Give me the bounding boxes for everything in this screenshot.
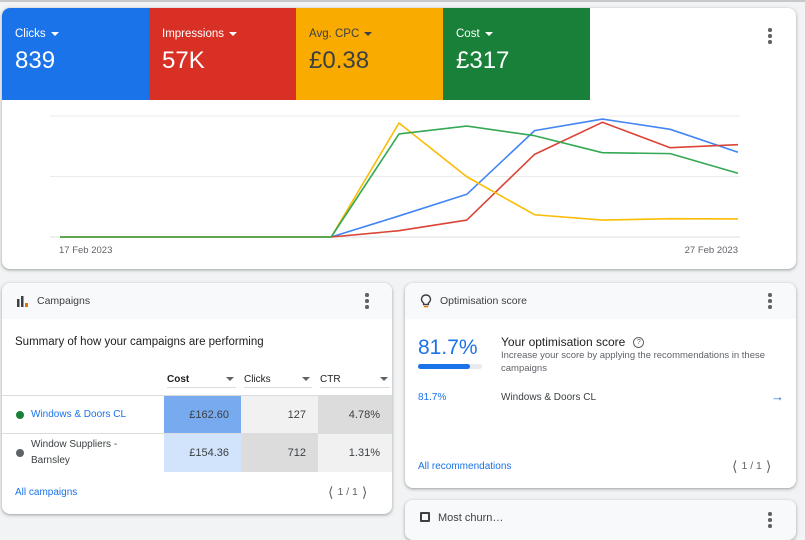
metric-value: £0.38 <box>309 47 370 74</box>
campaign-link[interactable]: Window Suppliers - Barnsley <box>31 437 141 469</box>
column-header-clicks[interactable]: Clicks <box>244 371 312 388</box>
performance-overview-card: Clicks 839 Impressions 57K Avg. CPC £0.3… <box>2 8 796 269</box>
all-campaigns-link[interactable]: All campaigns <box>15 487 77 498</box>
metric-value: 57K <box>162 47 205 74</box>
campaigns-summary: Summary of how your campaigns are perfor… <box>15 336 264 348</box>
chevron-right-icon[interactable]: ⟩ <box>362 485 367 499</box>
window-top-border <box>0 0 805 2</box>
metric-label: Impressions <box>162 28 224 40</box>
ctr-cell: 4.78% <box>318 396 392 433</box>
column-header-ctr[interactable]: CTR <box>320 371 390 388</box>
campaign-link[interactable]: Windows & Doors CL <box>31 409 126 420</box>
x-tick-label-start: 17 Feb 2023 <box>59 245 112 256</box>
card-header: Most churn… <box>405 500 796 540</box>
metric-value: 839 <box>15 47 56 74</box>
dropdown-caret-icon <box>229 32 237 36</box>
optimisation-heading-text: Your optimisation score <box>501 335 626 349</box>
card-header: Campaigns <box>2 283 392 319</box>
ctr-cell: 1.31% <box>318 434 392 472</box>
more-options-icon[interactable] <box>360 291 374 311</box>
status-paused-icon <box>16 449 24 457</box>
metric-tile-impressions[interactable]: Impressions 57K <box>149 8 296 100</box>
metric-value: £317 <box>456 47 510 74</box>
chevron-left-icon[interactable]: ⟨ <box>328 485 333 499</box>
more-options-icon[interactable] <box>763 26 777 46</box>
lightbulb-icon <box>420 294 432 308</box>
partial-card: Most churn… <box>405 500 796 540</box>
campaigns-card: Campaigns Summary of how your campaigns … <box>2 283 392 514</box>
arrow-right-icon[interactable]: → <box>771 389 784 404</box>
metric-tiles: Clicks 839 Impressions 57K Avg. CPC £0.3… <box>2 8 796 100</box>
pagination: ⟨ 1 / 1 ⟩ <box>732 459 771 473</box>
all-recommendations-link[interactable]: All recommendations <box>418 461 511 472</box>
card-header: Optimisation score <box>405 283 796 319</box>
card-title: Optimisation score <box>440 295 527 307</box>
metric-tile-clicks[interactable]: Clicks 839 <box>2 8 149 100</box>
bar-chart-icon <box>17 295 28 307</box>
metric-tile-avg-cpc[interactable]: Avg. CPC £0.38 <box>296 8 443 100</box>
column-header-cost[interactable]: Cost <box>167 371 236 388</box>
clicks-cell: 127 <box>241 396 318 433</box>
table-row: Window Suppliers - Barnsley £154.36 712 … <box>2 433 392 472</box>
metric-tile-cost[interactable]: Cost £317 <box>443 8 590 100</box>
dropdown-caret-icon <box>226 377 234 381</box>
recommendation-score: 81.7% <box>418 392 447 403</box>
performance-line-chart: 17 Feb 2023 27 Feb 2023 <box>50 115 740 256</box>
series-line-cost <box>60 125 739 238</box>
metric-label: Cost <box>456 28 480 40</box>
dropdown-caret-icon <box>484 32 493 36</box>
x-tick-label-end: 27 Feb 2023 <box>685 245 738 256</box>
page-indicator: 1 / 1 <box>337 486 358 498</box>
dropdown-caret-icon <box>50 32 59 36</box>
more-options-icon[interactable] <box>763 291 777 311</box>
optimisation-score-card: Optimisation score 81.7% Your optimisati… <box>405 283 796 488</box>
dropdown-caret-icon <box>302 377 310 381</box>
status-enabled-icon <box>16 410 24 419</box>
pagination: ⟨ 1 / 1 ⟩ <box>328 485 367 499</box>
metric-label: Clicks <box>15 28 46 40</box>
table-icon <box>420 512 430 522</box>
metric-label: Avg. CPC <box>309 28 360 40</box>
dropdown-caret-icon <box>364 32 373 36</box>
help-icon[interactable]: ? <box>633 336 645 348</box>
card-title: Campaigns <box>37 295 91 307</box>
clicks-cell: 712 <box>241 434 318 472</box>
optimisation-score-bar-fill <box>418 364 471 369</box>
chevron-left-icon[interactable]: ⟨ <box>732 459 737 473</box>
cost-cell: £154.36 <box>164 434 241 472</box>
dropdown-caret-icon <box>380 377 388 381</box>
chevron-right-icon[interactable]: ⟩ <box>766 459 771 473</box>
optimisation-description: Increase your score by applying the reco… <box>501 350 766 374</box>
cost-cell: £162.60 <box>164 396 241 433</box>
optimisation-heading: Your optimisation score ? <box>501 335 645 349</box>
optimisation-score-bar <box>418 364 482 369</box>
campaign-name-cell: Window Suppliers - Barnsley <box>2 434 164 472</box>
page-indicator: 1 / 1 <box>741 460 762 472</box>
recommendation-campaign: Windows & Doors CL <box>501 392 597 403</box>
table-row: Windows & Doors CL £162.60 127 4.78% <box>2 395 392 433</box>
more-options-icon[interactable] <box>763 510 777 530</box>
recommendation-item[interactable]: 81.7% Windows & Doors CL → <box>405 386 796 408</box>
card-title: Most churn… <box>438 512 504 524</box>
campaign-name-cell: Windows & Doors CL <box>2 396 164 433</box>
series-line-avg-cpc <box>60 122 739 238</box>
optimisation-score-value: 81.7% <box>418 336 478 359</box>
